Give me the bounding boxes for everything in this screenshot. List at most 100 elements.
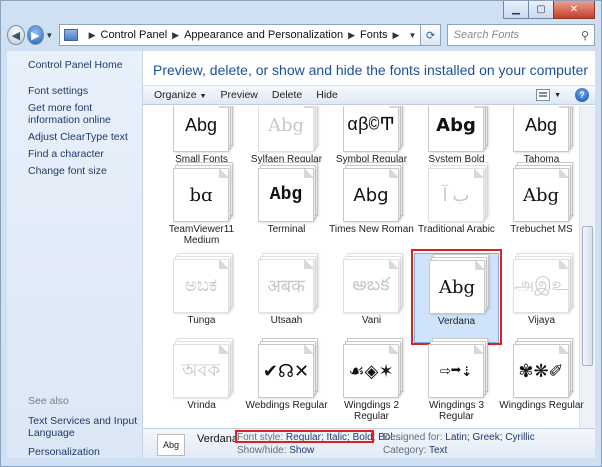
- show-hide-value: Show: [289, 445, 315, 456]
- font-icon: Abg: [258, 162, 318, 222]
- font-tile[interactable]: ✾❋✐ Wingdings Regular: [499, 338, 584, 428]
- control-panel-home-link[interactable]: Control Panel Home: [28, 59, 142, 71]
- font-page: Abg: [258, 168, 314, 222]
- font-tile[interactable]: Abg Verdana: [414, 253, 499, 343]
- chevron-right-icon[interactable]: ▶: [348, 30, 355, 41]
- font-grid: AbgSmall Fonts RegularAbgSylfaen Regular…: [143, 106, 595, 428]
- font-page: bɑ: [173, 168, 229, 222]
- show-hide-label: Show/hide:: [237, 445, 287, 456]
- address-history-button[interactable]: ▼: [404, 31, 420, 40]
- font-icon: Abg: [513, 162, 573, 222]
- font-page: Abg: [258, 106, 314, 152]
- font-tile[interactable]: Abg Terminal: [244, 162, 329, 252]
- font-tile[interactable]: ب آ Traditional Arabic: [414, 162, 499, 252]
- see-also-link[interactable]: Text Services and Input Language: [28, 415, 142, 439]
- font-tile[interactable]: Abg Trebuchet MS: [499, 162, 584, 252]
- designed-for-label: Designed for:: [383, 432, 443, 443]
- font-icon: Abg: [258, 106, 318, 152]
- font-page: ☙◈✶: [343, 344, 399, 398]
- font-page: ✔☊✕: [258, 344, 314, 398]
- font-tile[interactable]: bɑ TeamViewer11 Medium: [159, 162, 244, 252]
- font-icon: Abg: [173, 106, 233, 152]
- font-sample: ☙◈✶: [348, 360, 394, 382]
- font-icon: ಅಬಕ: [173, 253, 233, 313]
- font-sample: bɑ: [189, 184, 213, 206]
- task-link[interactable]: Adjust ClearType text: [28, 131, 142, 143]
- font-name: Tunga: [187, 315, 216, 326]
- font-page: ⇨➡⇣: [428, 344, 484, 398]
- font-page: Abg: [513, 168, 569, 222]
- caption-buttons: ▁ ▢ ✕: [503, 1, 595, 19]
- delete-button[interactable]: Delete: [265, 89, 309, 101]
- chevron-right-icon[interactable]: ▶: [172, 30, 179, 41]
- see-also-header: See also: [28, 395, 69, 407]
- task-link[interactable]: Get more font information online: [28, 102, 142, 126]
- font-name: Utsaah: [270, 315, 303, 326]
- font-name: Wingdings 3 Regular: [428, 400, 485, 422]
- font-icon: Abg: [343, 162, 403, 222]
- breadcrumb-fonts[interactable]: Fonts: [360, 29, 388, 41]
- task-link[interactable]: Change font size: [28, 165, 142, 177]
- search-placeholder: Search Fonts: [453, 29, 520, 41]
- breadcrumb-control-panel[interactable]: Control Panel: [101, 29, 168, 41]
- chevron-right-icon[interactable]: ▶: [89, 30, 96, 41]
- font-sample: அஇஉ: [514, 276, 568, 296]
- font-tile[interactable]: अबक Utsaah: [244, 253, 329, 343]
- command-bar: Organize ▼ Preview Delete Hide ▼ ?: [143, 85, 595, 105]
- task-link[interactable]: Font settings: [28, 85, 142, 97]
- font-tile[interactable]: অবক Vrinda: [159, 338, 244, 428]
- font-sample: అబక: [352, 273, 390, 294]
- address-bar[interactable]: ▶ Control Panel ▶ Appearance and Persona…: [58, 24, 422, 46]
- font-tile[interactable]: ⇨➡⇣ Wingdings 3 Regular: [414, 338, 499, 428]
- see-also-links: Text Services and Input Language Personal…: [28, 415, 142, 458]
- font-sample: Abg: [436, 114, 476, 136]
- font-sample: ✔☊✕: [262, 360, 310, 381]
- back-button[interactable]: ◀: [7, 25, 25, 45]
- change-view-icon[interactable]: [536, 89, 551, 101]
- font-name: Verdana: [437, 316, 476, 327]
- font-page: அஇஉ: [513, 259, 569, 313]
- font-icon: अबक: [258, 253, 318, 313]
- font-sample: Abg: [269, 185, 303, 205]
- help-icon[interactable]: ?: [575, 88, 589, 102]
- font-tile[interactable]: ✔☊✕ Webdings Regular: [244, 338, 329, 428]
- forward-button[interactable]: ▶: [26, 25, 45, 45]
- minimize-icon: ▁: [512, 4, 520, 15]
- font-name: TeamViewer11 Medium: [168, 224, 235, 246]
- recent-pages-button[interactable]: ▼: [44, 31, 54, 40]
- details-pane: Abg Verdana Font style: Regular; Italic;…: [143, 428, 595, 458]
- chevron-down-icon[interactable]: ▼: [554, 92, 561, 99]
- font-icon: bɑ: [173, 162, 233, 222]
- font-page: అబక: [343, 259, 399, 313]
- font-page: अबक: [258, 259, 314, 313]
- font-page: Abg: [173, 106, 229, 152]
- font-name: Vani: [361, 315, 382, 326]
- font-tile[interactable]: ☙◈✶ Wingdings 2 Regular: [329, 338, 414, 428]
- search-icon[interactable]: ⚲: [576, 29, 594, 42]
- breadcrumb-appearance[interactable]: Appearance and Personalization: [184, 29, 343, 41]
- close-button[interactable]: ✕: [553, 1, 595, 19]
- font-sample: অবক: [181, 359, 221, 381]
- font-name: Traditional Arabic: [418, 224, 495, 235]
- font-sample: Abg: [438, 276, 476, 298]
- task-link[interactable]: Find a character: [28, 148, 142, 160]
- search-input[interactable]: Search Fonts ⚲: [446, 24, 595, 46]
- chevron-right-icon[interactable]: ▶: [393, 30, 400, 41]
- preview-button[interactable]: Preview: [214, 89, 265, 101]
- command-bar-right: ▼ ?: [536, 88, 595, 102]
- refresh-button[interactable]: ⟳: [421, 24, 441, 46]
- font-tile[interactable]: అబక Vani: [329, 253, 414, 343]
- minimize-button[interactable]: ▁: [503, 1, 529, 19]
- font-name: Webdings Regular: [245, 400, 328, 411]
- hide-button[interactable]: Hide: [309, 89, 345, 101]
- font-tile[interactable]: அஇஉ Vijaya: [499, 253, 584, 343]
- font-tile[interactable]: Abg Times New Roman: [329, 162, 414, 252]
- maximize-button[interactable]: ▢: [528, 1, 554, 19]
- font-sample: अबक: [267, 276, 305, 297]
- see-also-link[interactable]: Personalization: [28, 446, 142, 458]
- font-preview-icon: Abg: [157, 434, 185, 456]
- selected-font-name: Verdana: [197, 433, 238, 445]
- font-name: Trebuchet MS: [510, 224, 573, 235]
- organize-button[interactable]: Organize ▼: [147, 89, 214, 101]
- font-tile[interactable]: ಅಬಕ Tunga: [159, 253, 244, 343]
